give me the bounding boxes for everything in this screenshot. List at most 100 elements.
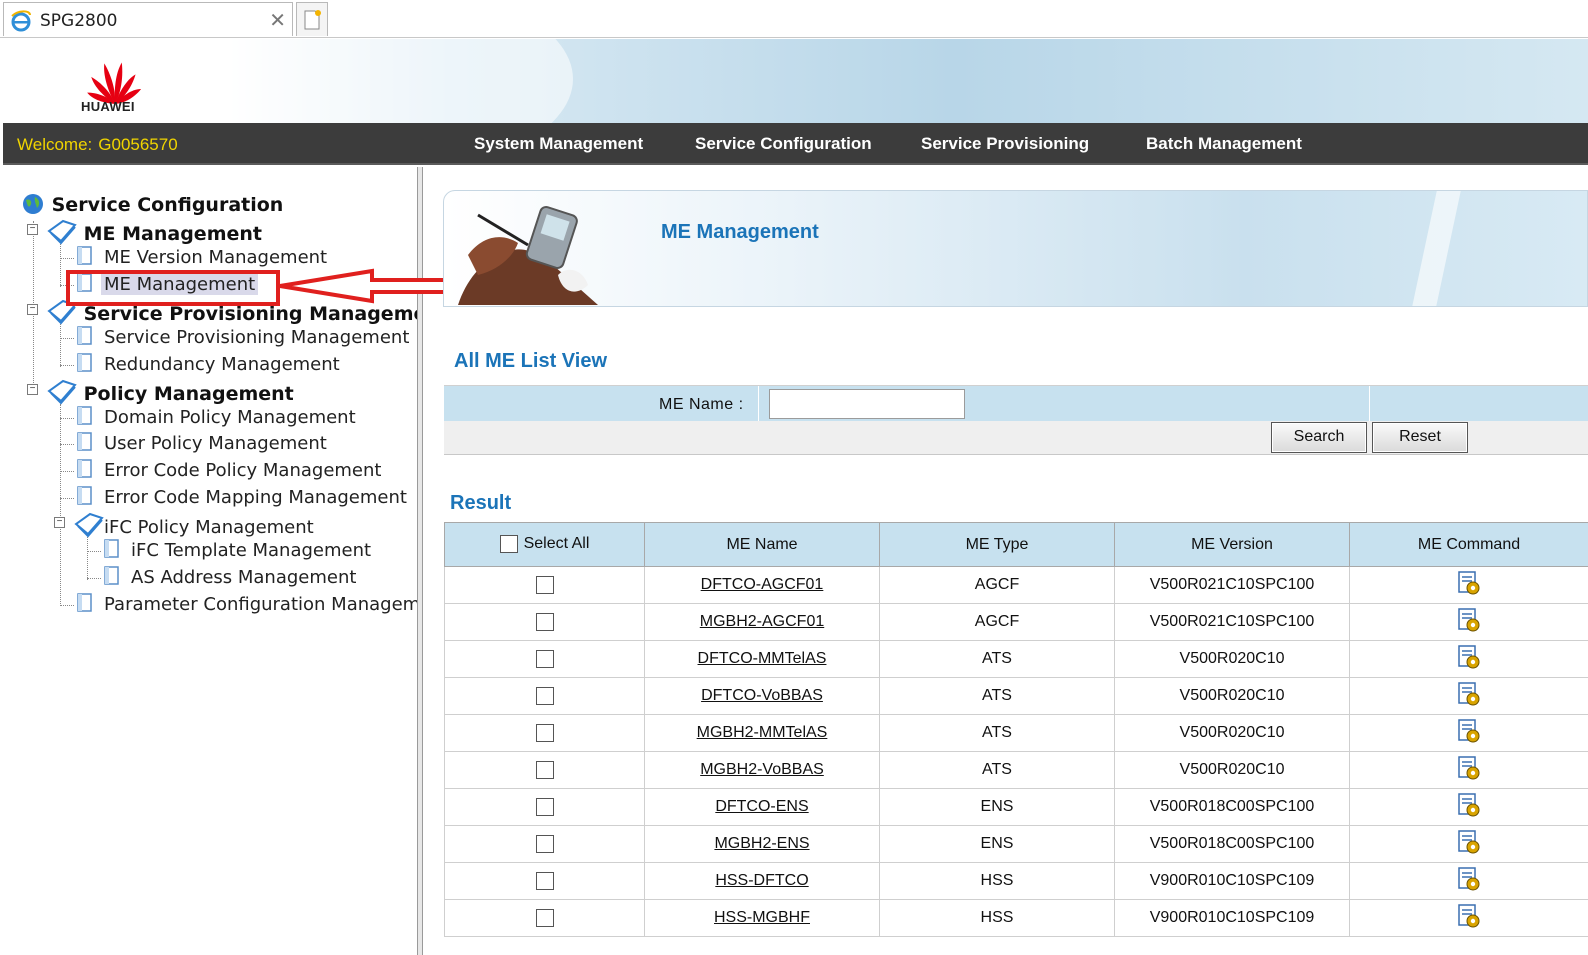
me-type-cell: ATS — [879, 751, 1115, 789]
row-checkbox[interactable] — [535, 723, 554, 742]
me-command-icon[interactable] — [1456, 718, 1482, 749]
me-name-cell: DFTCO-VoBBAS — [644, 677, 880, 715]
row-checkbox[interactable] — [535, 575, 554, 594]
me-name-cell: DFTCO-ENS — [644, 788, 880, 826]
me-command-icon[interactable] — [1456, 792, 1482, 823]
menu-service-provisioning[interactable]: Service Provisioning — [921, 134, 1089, 154]
select-all-checkbox[interactable] — [499, 535, 518, 554]
collapse-toggle-icon[interactable]: − — [54, 517, 65, 528]
tree-root-service-configuration[interactable]: Service Configuration — [21, 192, 283, 216]
row-checkbox[interactable] — [535, 686, 554, 705]
me-version-cell: V500R021C10SPC100 — [1114, 566, 1350, 604]
me-name-link[interactable]: HSS-DFTCO — [715, 872, 808, 889]
me-name-link[interactable]: DFTCO-AGCF01 — [701, 576, 824, 593]
welcome-label: Welcome: — [17, 135, 93, 154]
collapse-toggle-icon[interactable]: − — [27, 384, 38, 395]
tree-branch-policy-management[interactable]: Policy Management — [47, 379, 294, 405]
header-banner: HUAWEI — [3, 39, 1588, 123]
me-name-link[interactable]: DFTCO-MMTelAS — [698, 650, 827, 667]
me-command-icon[interactable] — [1456, 644, 1482, 675]
tree-connector — [60, 404, 61, 606]
me-name-cell: MGBH2-AGCF01 — [644, 603, 880, 641]
tree-item-service-provisioning-management[interactable]: Service Provisioning Management — [76, 326, 409, 348]
tree-item-as-address-management[interactable]: AS Address Management — [103, 566, 356, 588]
me-name-link[interactable]: MGBH2-AGCF01 — [700, 613, 824, 630]
search-form-row: ME Name : — [444, 385, 1588, 422]
table-row: DFTCO-AGCF01 AGCF V500R021C10SPC100 — [444, 566, 1588, 604]
top-nav: Welcome: G0056570 System Management Servi… — [3, 123, 1588, 165]
me-command-icon[interactable] — [1456, 903, 1482, 934]
me-command-icon[interactable] — [1456, 829, 1482, 860]
me-type-cell: HSS — [879, 899, 1115, 937]
row-checkbox[interactable] — [535, 612, 554, 631]
page-icon — [77, 432, 92, 451]
list-view-title: All ME List View — [454, 350, 607, 372]
tree-item-redundancy-management[interactable]: Redundancy Management — [76, 353, 340, 375]
banner-decoration — [153, 39, 573, 123]
browser-tab[interactable]: SPG2800 ✕ — [3, 2, 293, 36]
me-name-link[interactable]: MGBH2-VoBBAS — [700, 761, 824, 778]
tree-branch-me-management[interactable]: ME Management — [47, 219, 262, 245]
tree-item-error-code-policy-management[interactable]: Error Code Policy Management — [76, 459, 381, 481]
menu-service-configuration[interactable]: Service Configuration — [695, 134, 872, 154]
globe-icon — [23, 194, 43, 214]
ie-browser-icon — [11, 10, 31, 32]
tree-connector — [60, 365, 74, 366]
close-tab-icon[interactable]: ✕ — [269, 8, 286, 33]
tree-connector — [60, 418, 74, 419]
me-command-icon[interactable] — [1456, 681, 1482, 712]
me-command-cell — [1349, 566, 1588, 604]
row-checkbox[interactable] — [535, 834, 554, 853]
reset-button[interactable]: Reset — [1372, 422, 1468, 453]
me-type-cell: ENS — [879, 825, 1115, 863]
me-command-cell — [1349, 788, 1588, 826]
me-version-cell: V500R020C10 — [1114, 677, 1350, 715]
me-type-cell: ENS — [879, 788, 1115, 826]
tree-connector — [60, 324, 61, 367]
collapse-toggle-icon[interactable]: − — [27, 224, 38, 235]
tree-item-error-code-mapping-management[interactable]: Error Code Mapping Management — [76, 486, 407, 508]
new-tab-button[interactable] — [296, 2, 328, 36]
me-command-icon[interactable] — [1456, 866, 1482, 897]
me-name-link[interactable]: MGBH2-MMTelAS — [697, 724, 828, 741]
row-checkbox[interactable] — [535, 649, 554, 668]
folder-book-icon — [47, 379, 77, 405]
collapse-toggle-icon[interactable]: − — [27, 304, 38, 315]
tree-branch-ifc-policy-management[interactable]: iFC Policy Management — [74, 512, 314, 538]
tree-item-me-version-management[interactable]: ME Version Management — [76, 246, 327, 268]
row-select-cell — [444, 862, 645, 900]
me-name-link[interactable]: DFTCO-VoBBAS — [701, 687, 823, 704]
tree-item-parameter-configuration-management[interactable]: Parameter Configuration Manageme — [76, 593, 417, 615]
select-all-header[interactable]: Select All — [444, 522, 645, 567]
row-select-cell — [444, 677, 645, 715]
row-select-cell — [444, 825, 645, 863]
row-checkbox[interactable] — [535, 760, 554, 779]
me-command-icon[interactable] — [1456, 607, 1482, 638]
me-name-cell: MGBH2-MMTelAS — [644, 714, 880, 752]
menu-system-management[interactable]: System Management — [474, 134, 643, 154]
browser-tab-title: SPG2800 — [40, 11, 118, 31]
row-checkbox[interactable] — [535, 871, 554, 890]
table-row: HSS-MGBHF HSS V900R010C10SPC109 — [444, 899, 1588, 937]
me-command-icon[interactable] — [1456, 570, 1482, 601]
table-header-row: Select All ME Name ME Type ME Version ME… — [444, 522, 1588, 567]
search-button[interactable]: Search — [1271, 422, 1367, 453]
me-name-input[interactable] — [769, 389, 965, 419]
row-checkbox[interactable] — [535, 908, 554, 927]
welcome-text: Welcome: G0056570 — [17, 135, 184, 155]
me-command-cell — [1349, 640, 1588, 678]
me-command-cell — [1349, 825, 1588, 863]
me-name-link[interactable]: MGBH2-ENS — [714, 835, 809, 852]
me-name-link[interactable]: DFTCO-ENS — [715, 798, 808, 815]
me-type-cell: ATS — [879, 677, 1115, 715]
menu-batch-management[interactable]: Batch Management — [1146, 134, 1302, 154]
me-name-link[interactable]: HSS-MGBHF — [714, 909, 810, 926]
tree-item-ifc-template-management[interactable]: iFC Template Management — [103, 539, 371, 561]
tree-item-user-policy-management[interactable]: User Policy Management — [76, 432, 327, 454]
me-type-cell: AGCF — [879, 566, 1115, 604]
me-command-icon[interactable] — [1456, 755, 1482, 786]
row-checkbox[interactable] — [535, 797, 554, 816]
row-select-cell — [444, 751, 645, 789]
tree-item-domain-policy-management[interactable]: Domain Policy Management — [76, 406, 356, 428]
table-body: DFTCO-AGCF01 AGCF V500R021C10SPC100 MGBH2-A… — [444, 566, 1588, 937]
